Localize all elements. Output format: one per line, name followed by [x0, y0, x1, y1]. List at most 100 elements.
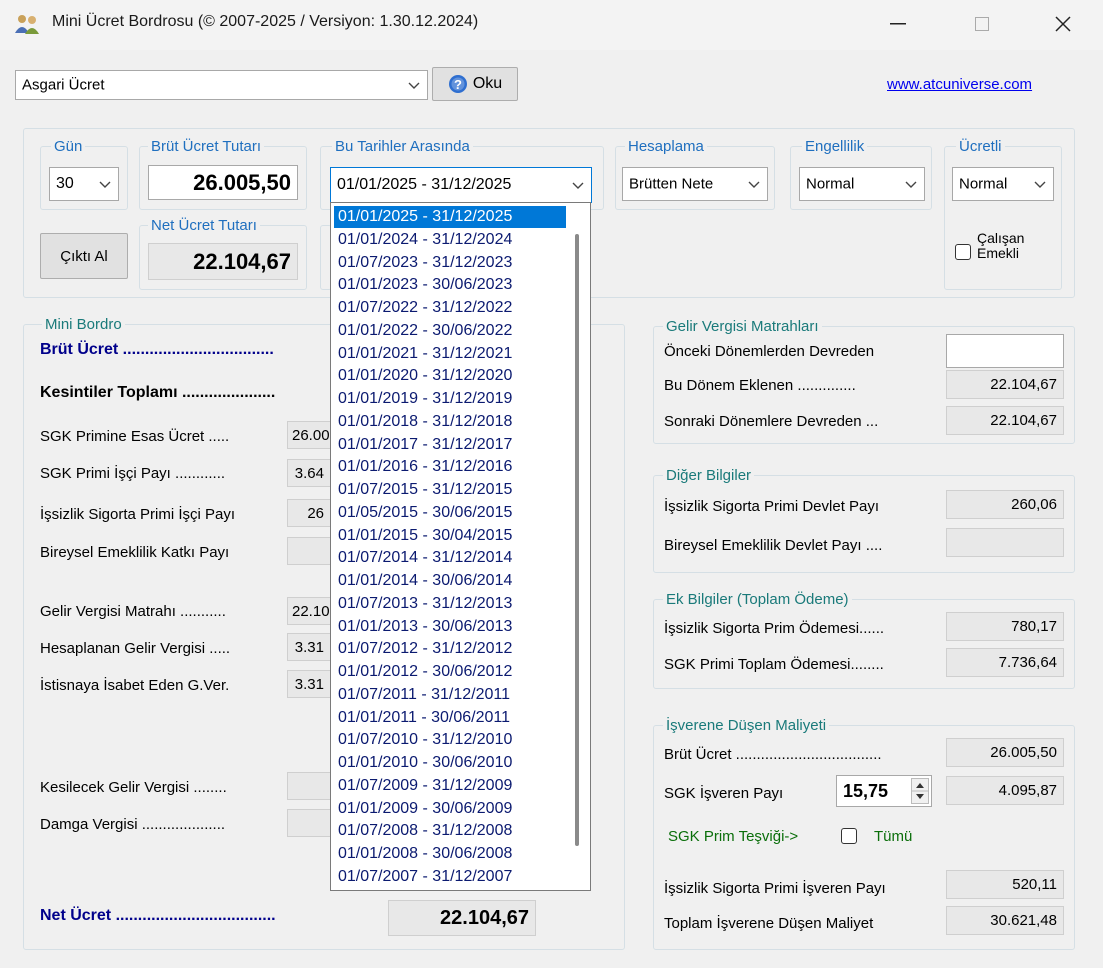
damga-value — [287, 809, 331, 837]
gun-label: Gün — [51, 138, 86, 155]
net-ucret-label: Net Ücret ..............................… — [40, 907, 276, 924]
date-option[interactable]: 01/07/2013 - 31/12/2013 — [334, 593, 566, 615]
date-option[interactable]: 01/01/2021 - 31/12/2021 — [334, 343, 566, 365]
kesilecek-gv-value — [287, 772, 331, 800]
date-option[interactable]: 01/05/2015 - 30/06/2015 — [334, 502, 566, 524]
hesaplama-label: Hesaplama — [625, 138, 707, 155]
date-option[interactable]: 01/01/2012 - 30/06/2012 — [334, 661, 566, 683]
ek-bilgiler-title: Ek Bilgiler (Toplam Ödeme) — [663, 591, 852, 608]
date-option[interactable]: 01/01/2011 - 30/06/2011 — [334, 707, 566, 729]
date-option[interactable]: 01/01/2019 - 31/12/2019 — [334, 388, 566, 410]
istisna-value: 3.31 — [287, 670, 331, 698]
date-option[interactable]: 01/01/2015 - 30/04/2015 — [334, 525, 566, 547]
isveren-brut-label: Brüt Ücret .............................… — [664, 746, 882, 763]
gun-select[interactable]: 30 — [49, 167, 119, 201]
date-option[interactable]: 01/01/2020 - 31/12/2020 — [334, 365, 566, 387]
date-range-select[interactable]: 01/01/2025 - 31/12/2025 — [330, 167, 592, 203]
maximize-button[interactable] — [954, 0, 1010, 48]
date-option[interactable]: 01/01/2010 - 30/06/2010 — [334, 752, 566, 774]
close-button[interactable] — [1035, 0, 1091, 48]
date-option[interactable]: 01/07/2009 - 31/12/2009 — [334, 775, 566, 797]
net-ucret-value: 22.104,67 — [388, 900, 536, 936]
ucretli-select[interactable]: Normal — [952, 167, 1054, 201]
date-option[interactable]: 01/01/2024 - 31/12/2024 — [334, 229, 566, 251]
maximize-icon — [975, 17, 989, 31]
bu-donem-label: Bu Dönem Eklenen .............. — [664, 377, 856, 394]
hesaplama-select-value: Brütten Nete — [629, 175, 714, 193]
date-option[interactable]: 01/07/2014 - 31/12/2014 — [334, 547, 566, 569]
issizlik-odeme-value: 780,17 — [946, 612, 1064, 641]
bes-devlet-label: Bireysel Emeklilik Devlet Payı .... — [664, 537, 883, 554]
sgk-isveren-label: SGK İşveren Payı — [664, 785, 784, 802]
date-option[interactable]: 01/07/2022 - 31/12/2022 — [334, 297, 566, 319]
date-option[interactable]: 01/01/2016 - 31/12/2016 — [334, 456, 566, 478]
date-option[interactable]: 01/07/2007 - 31/12/2007 — [334, 866, 566, 888]
toplam-maliyet-label: Toplam İşverene Düşen Maliyet — [664, 915, 874, 932]
sgk-odeme-label: SGK Primi Toplam Ödemesi........ — [664, 656, 884, 673]
date-option[interactable]: 01/07/2010 - 31/12/2010 — [334, 729, 566, 751]
sgk-esas-label: SGK Primine Esas Ücret ..... — [40, 428, 230, 445]
date-option[interactable]: 01/01/2013 - 30/06/2013 — [334, 616, 566, 638]
engellilik-select[interactable]: Normal — [799, 167, 925, 201]
spinner-buttons[interactable] — [911, 778, 929, 804]
chevron-down-icon — [748, 181, 760, 188]
date-range-dropdown-list[interactable]: 01/01/2025 - 31/12/2025 01/01/2024 - 31/1… — [330, 202, 591, 891]
tumu-checkbox[interactable] — [841, 828, 857, 844]
sonraki-donem-value: 22.104,67 — [946, 406, 1064, 435]
gv-matrah-value: 22.10 — [287, 597, 331, 625]
bes-label: Bireysel Emeklilik Katkı Payı — [40, 544, 230, 561]
preset-select[interactable]: Asgari Ücret — [15, 70, 428, 100]
issizlik-isveren-value: 520,11 — [946, 870, 1064, 899]
date-option[interactable]: 01/07/2023 - 31/12/2023 — [334, 252, 566, 274]
mini-bordro-title: Mini Bordro — [42, 316, 125, 333]
date-option[interactable]: 01/07/2012 - 31/12/2012 — [334, 638, 566, 660]
date-option[interactable]: 01/01/2017 - 31/12/2017 — [334, 434, 566, 456]
title-bar[interactable]: Mini Ücret Bordrosu (© 2007-2025 / Versi… — [0, 0, 1103, 50]
calisan-emekli-checkbox[interactable] — [955, 244, 971, 260]
issizlik-devlet-value: 260,06 — [946, 490, 1064, 519]
date-option[interactable]: 01/01/2008 - 30/06/2008 — [334, 843, 566, 865]
date-option[interactable]: 01/01/2009 - 30/06/2009 — [334, 798, 566, 820]
date-option[interactable]: 01/07/2008 - 31/12/2008 — [334, 820, 566, 842]
issizlik-isveren-label: İşsizlik Sigorta Primi İşveren Payı — [664, 880, 886, 897]
date-option[interactable]: 01/01/2014 - 30/06/2014 — [334, 570, 566, 592]
tumu-label: Tümü — [874, 828, 913, 845]
chevron-down-icon — [1034, 181, 1046, 188]
brut-ucret-label: Brüt Ücret .............................… — [40, 341, 274, 358]
website-link[interactable]: www.atcuniverse.com — [887, 76, 1032, 93]
minimize-button[interactable] — [870, 0, 926, 48]
onceki-donem-input[interactable] — [946, 334, 1064, 368]
issizlik-isci-label: İşsizlik Sigorta Primi İşçi Payı — [40, 506, 236, 523]
sgk-isci-value: 3.64 — [287, 459, 331, 487]
gv-matrahlari-title: Gelir Vergisi Matrahları — [663, 318, 822, 335]
read-button[interactable]: ? Oku — [432, 67, 518, 101]
hesaplanan-gv-label: Hesaplanan Gelir Vergisi ..... — [40, 640, 231, 657]
issizlik-devlet-label: İşsizlik Sigorta Primi Devlet Payı — [664, 498, 880, 515]
calisan-emekli-line1: Çalışan — [977, 230, 1025, 246]
dropdown-scrollbar[interactable] — [575, 234, 579, 846]
onceki-donem-label: Önceki Dönemlerden Devreden — [664, 343, 875, 360]
chevron-down-icon — [572, 182, 584, 189]
issizlik-isci-value: 26 — [287, 499, 331, 527]
print-button[interactable]: Çıktı Al — [40, 233, 128, 279]
date-option[interactable]: 01/07/2015 - 31/12/2015 — [334, 479, 566, 501]
isveren-brut-value: 26.005,50 — [946, 738, 1064, 767]
calisan-emekli-line2: Emekli — [977, 245, 1020, 261]
sgk-rate-spinner[interactable]: 15,75 — [836, 775, 932, 807]
date-option[interactable]: 01/01/2025 - 31/12/2025 — [334, 206, 566, 229]
date-option[interactable]: 01/07/2011 - 31/12/2011 — [334, 684, 566, 706]
chevron-down-icon — [408, 82, 420, 89]
diger-bilgiler-title: Diğer Bilgiler — [663, 467, 755, 484]
net-output: 22.104,67 — [148, 243, 298, 280]
date-option[interactable]: 01/01/2022 - 30/06/2022 — [334, 320, 566, 342]
brut-input[interactable]: 26.005,50 — [148, 165, 298, 200]
toplam-maliyet-value: 30.621,48 — [946, 906, 1064, 935]
hesaplama-select[interactable]: Brütten Nete — [622, 167, 768, 201]
bu-donem-value: 22.104,67 — [946, 370, 1064, 399]
window-title: Mini Ücret Bordrosu (© 2007-2025 / Versi… — [52, 13, 479, 30]
date-option[interactable]: 01/01/2023 - 30/06/2023 — [334, 274, 566, 296]
damga-label: Damga Vergisi .................... — [40, 816, 226, 833]
date-option[interactable]: 01/01/2018 - 31/12/2018 — [334, 411, 566, 433]
istisna-label: İstisnaya İsabet Eden G.Ver. — [40, 677, 230, 694]
issizlik-odeme-label: İşsizlik Sigorta Prim Ödemesi...... — [664, 620, 885, 637]
